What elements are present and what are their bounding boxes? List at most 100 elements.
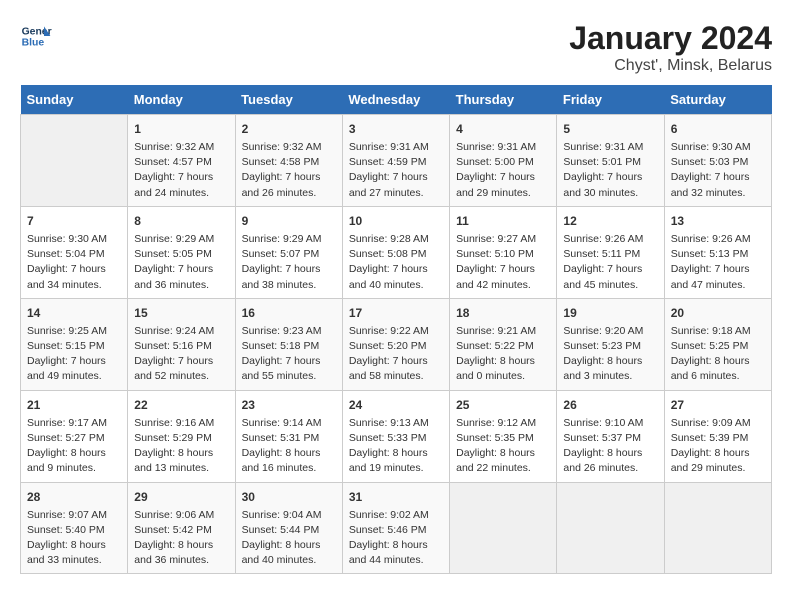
day-number: 28 (27, 488, 121, 506)
day-info: Sunrise: 9:29 AMSunset: 5:07 PMDaylight:… (242, 232, 336, 293)
calendar-cell: 23 Sunrise: 9:14 AMSunset: 5:31 PMDayligh… (235, 390, 342, 482)
day-info: Sunrise: 9:12 AMSunset: 5:35 PMDaylight:… (456, 416, 550, 477)
calendar-cell: 19 Sunrise: 9:20 AMSunset: 5:23 PMDayligh… (557, 298, 664, 390)
day-info: Sunrise: 9:25 AMSunset: 5:15 PMDaylight:… (27, 324, 121, 385)
day-number: 30 (242, 488, 336, 506)
calendar-cell: 25 Sunrise: 9:12 AMSunset: 5:35 PMDayligh… (450, 390, 557, 482)
calendar-cell: 22Sunrise: 9:16 AMSunset: 5:29 PMDayligh… (128, 390, 235, 482)
calendar-cell: 20Sunrise: 9:18 AMSunset: 5:25 PMDayligh… (664, 298, 771, 390)
day-number: 13 (671, 212, 765, 230)
weekday-header-sunday: Sunday (21, 85, 128, 115)
day-number: 29 (134, 488, 228, 506)
weekday-header-thursday: Thursday (450, 85, 557, 115)
calendar-cell (450, 482, 557, 574)
weekday-header-monday: Monday (128, 85, 235, 115)
weekday-header-friday: Friday (557, 85, 664, 115)
day-number: 18 (456, 304, 550, 322)
calendar-cell: 2 Sunrise: 9:32 AMSunset: 4:58 PMDaylight… (235, 115, 342, 207)
day-info: Sunrise: 9:22 AMSunset: 5:20 PMDaylight:… (349, 324, 443, 385)
day-number: 17 (349, 304, 443, 322)
day-info: Sunrise: 9:13 AMSunset: 5:33 PMDaylight:… (349, 416, 443, 477)
calendar-cell: 3 Sunrise: 9:31 AMSunset: 4:59 PMDaylight… (342, 115, 449, 207)
day-info: Sunrise: 9:18 AMSunset: 5:25 PMDaylight:… (671, 324, 765, 385)
calendar-cell: 24Sunrise: 9:13 AMSunset: 5:33 PMDayligh… (342, 390, 449, 482)
calendar-cell: 17 Sunrise: 9:22 AMSunset: 5:20 PMDayligh… (342, 298, 449, 390)
day-info: Sunrise: 9:09 AMSunset: 5:39 PMDaylight:… (671, 416, 765, 477)
title-block: January 2024 Chyst', Minsk, Belarus (569, 20, 772, 75)
calendar-cell: 6Sunrise: 9:30 AMSunset: 5:03 PMDaylight… (664, 115, 771, 207)
day-number: 4 (456, 120, 550, 138)
day-number: 6 (671, 120, 765, 138)
calendar-cell: 30Sunrise: 9:04 AMSunset: 5:44 PMDayligh… (235, 482, 342, 574)
day-info: Sunrise: 9:16 AMSunset: 5:29 PMDaylight:… (134, 416, 228, 477)
calendar-week-row: 14 Sunrise: 9:25 AMSunset: 5:15 PMDayligh… (21, 298, 772, 390)
day-number: 5 (563, 120, 657, 138)
day-info: Sunrise: 9:28 AMSunset: 5:08 PMDaylight:… (349, 232, 443, 293)
day-number: 19 (563, 304, 657, 322)
calendar-cell: 27Sunrise: 9:09 AMSunset: 5:39 PMDayligh… (664, 390, 771, 482)
weekday-header-tuesday: Tuesday (235, 85, 342, 115)
day-info: Sunrise: 9:32 AMSunset: 4:58 PMDaylight:… (242, 140, 336, 201)
calendar-header-row: SundayMondayTuesdayWednesdayThursdayFrid… (21, 85, 772, 115)
day-info: Sunrise: 9:24 AMSunset: 5:16 PMDaylight:… (134, 324, 228, 385)
calendar-week-row: 21Sunrise: 9:17 AMSunset: 5:27 PMDayligh… (21, 390, 772, 482)
day-info: Sunrise: 9:06 AMSunset: 5:42 PMDaylight:… (134, 508, 228, 569)
day-info: Sunrise: 9:32 AMSunset: 4:57 PMDaylight:… (134, 140, 228, 201)
day-info: Sunrise: 9:14 AMSunset: 5:31 PMDaylight:… (242, 416, 336, 477)
day-info: Sunrise: 9:29 AMSunset: 5:05 PMDaylight:… (134, 232, 228, 293)
page-title: January 2024 (569, 20, 772, 57)
day-info: Sunrise: 9:26 AMSunset: 5:11 PMDaylight:… (563, 232, 657, 293)
logo: General Blue (20, 20, 52, 52)
day-info: Sunrise: 9:26 AMSunset: 5:13 PMDaylight:… (671, 232, 765, 293)
calendar-cell: 12 Sunrise: 9:26 AMSunset: 5:11 PMDayligh… (557, 206, 664, 298)
calendar-cell: 15Sunrise: 9:24 AMSunset: 5:16 PMDayligh… (128, 298, 235, 390)
day-info: Sunrise: 9:23 AMSunset: 5:18 PMDaylight:… (242, 324, 336, 385)
calendar-cell: 29 Sunrise: 9:06 AMSunset: 5:42 PMDayligh… (128, 482, 235, 574)
day-info: Sunrise: 9:10 AMSunset: 5:37 PMDaylight:… (563, 416, 657, 477)
calendar-cell: 21Sunrise: 9:17 AMSunset: 5:27 PMDayligh… (21, 390, 128, 482)
day-number: 11 (456, 212, 550, 230)
page-header: General Blue January 2024 Chyst', Minsk,… (20, 20, 772, 75)
calendar-body: 1 Sunrise: 9:32 AMSunset: 4:57 PMDaylight… (21, 115, 772, 574)
day-number: 10 (349, 212, 443, 230)
day-info: Sunrise: 9:21 AMSunset: 5:22 PMDaylight:… (456, 324, 550, 385)
calendar-cell (557, 482, 664, 574)
day-info: Sunrise: 9:20 AMSunset: 5:23 PMDaylight:… (563, 324, 657, 385)
day-number: 9 (242, 212, 336, 230)
calendar-cell: 18 Sunrise: 9:21 AMSunset: 5:22 PMDayligh… (450, 298, 557, 390)
day-number: 25 (456, 396, 550, 414)
calendar-week-row: 1 Sunrise: 9:32 AMSunset: 4:57 PMDaylight… (21, 115, 772, 207)
calendar-cell: 4Sunrise: 9:31 AMSunset: 5:00 PMDaylight… (450, 115, 557, 207)
page-subtitle: Chyst', Minsk, Belarus (569, 57, 772, 75)
calendar-cell (664, 482, 771, 574)
day-number: 7 (27, 212, 121, 230)
calendar-cell: 13 Sunrise: 9:26 AMSunset: 5:13 PMDayligh… (664, 206, 771, 298)
day-number: 8 (134, 212, 228, 230)
day-number: 3 (349, 120, 443, 138)
calendar-cell: 14 Sunrise: 9:25 AMSunset: 5:15 PMDayligh… (21, 298, 128, 390)
day-info: Sunrise: 9:31 AMSunset: 4:59 PMDaylight:… (349, 140, 443, 201)
day-number: 1 (134, 120, 228, 138)
day-info: Sunrise: 9:27 AMSunset: 5:10 PMDaylight:… (456, 232, 550, 293)
calendar-cell: 10 Sunrise: 9:28 AMSunset: 5:08 PMDayligh… (342, 206, 449, 298)
calendar-cell: 16Sunrise: 9:23 AMSunset: 5:18 PMDayligh… (235, 298, 342, 390)
day-number: 21 (27, 396, 121, 414)
calendar-table: SundayMondayTuesdayWednesdayThursdayFrid… (20, 85, 772, 574)
calendar-cell: 1 Sunrise: 9:32 AMSunset: 4:57 PMDaylight… (128, 115, 235, 207)
day-info: Sunrise: 9:02 AMSunset: 5:46 PMDaylight:… (349, 508, 443, 569)
calendar-cell: 28Sunrise: 9:07 AMSunset: 5:40 PMDayligh… (21, 482, 128, 574)
day-number: 12 (563, 212, 657, 230)
day-number: 26 (563, 396, 657, 414)
weekday-header-wednesday: Wednesday (342, 85, 449, 115)
weekday-header-saturday: Saturday (664, 85, 771, 115)
logo-icon: General Blue (20, 20, 52, 52)
calendar-cell: 7Sunrise: 9:30 AMSunset: 5:04 PMDaylight… (21, 206, 128, 298)
day-number: 14 (27, 304, 121, 322)
day-number: 31 (349, 488, 443, 506)
calendar-cell: 26 Sunrise: 9:10 AMSunset: 5:37 PMDayligh… (557, 390, 664, 482)
day-number: 23 (242, 396, 336, 414)
day-number: 2 (242, 120, 336, 138)
calendar-cell: 8 Sunrise: 9:29 AMSunset: 5:05 PMDaylight… (128, 206, 235, 298)
calendar-cell: 31 Sunrise: 9:02 AMSunset: 5:46 PMDayligh… (342, 482, 449, 574)
calendar-week-row: 7Sunrise: 9:30 AMSunset: 5:04 PMDaylight… (21, 206, 772, 298)
